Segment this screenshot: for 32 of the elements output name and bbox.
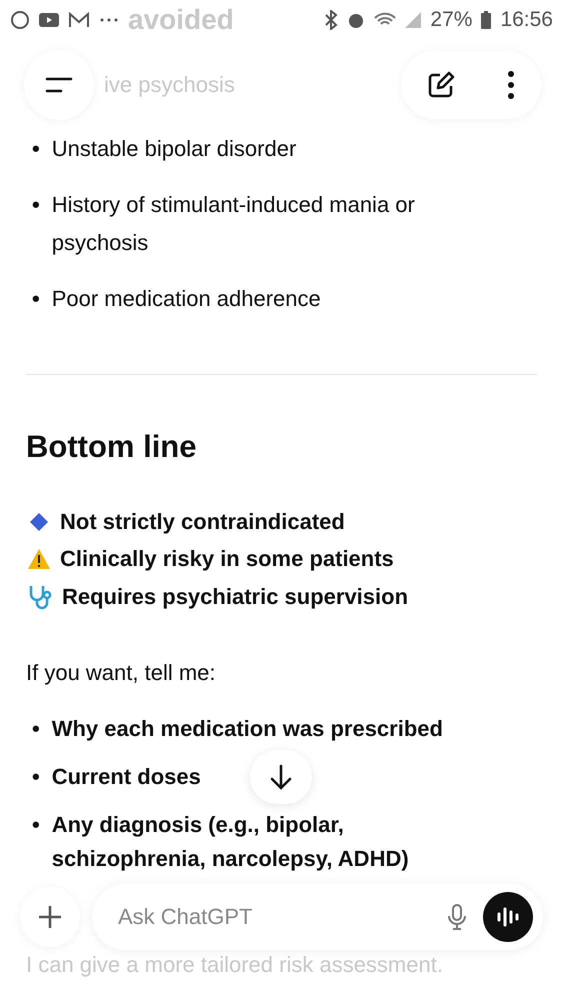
battery-icon xyxy=(480,10,492,30)
waveform-icon xyxy=(495,906,521,928)
bullet-marker: • xyxy=(32,810,40,838)
bullet-item: Any diagnosis (e.g., bipolar, schizophrenia, narcolepsy, ADHD) xyxy=(52,810,410,873)
summary-line: Not strictly contraindicated xyxy=(60,508,345,535)
voice-mode-button[interactable] xyxy=(483,892,533,942)
message-input[interactable]: Ask ChatGPT xyxy=(116,902,431,930)
microphone-icon xyxy=(445,902,469,930)
video-app-icon xyxy=(38,11,60,29)
section-heading: Bottom line xyxy=(26,429,198,465)
mail-app-icon xyxy=(68,11,90,29)
bluetooth-icon xyxy=(324,10,338,30)
bullet-marker: • xyxy=(32,762,40,790)
bullet-marker: • xyxy=(32,714,40,742)
summary-line: Requires psychiatric supervision xyxy=(62,584,408,610)
more-dots-icon xyxy=(98,17,120,23)
vertical-dots-icon xyxy=(506,70,516,100)
bullet-item: Unstable bipolar disorder xyxy=(52,135,296,163)
paragraph: If you want, tell me: xyxy=(26,660,217,686)
summary-line: Clinically risky in some patients xyxy=(60,546,394,572)
bullet-marker: • xyxy=(32,135,40,163)
bullet-item: Poor medication adherence xyxy=(52,285,321,313)
battery-percent: 27% xyxy=(430,8,472,32)
arrow-down-icon xyxy=(268,763,294,791)
bullet-item: Current doses xyxy=(52,762,201,790)
bullet-marker: • xyxy=(32,191,40,219)
signal-icon xyxy=(404,11,422,29)
bullet-marker: • xyxy=(32,285,40,313)
bullet-item: History of stimulant-induced mania or psychosis xyxy=(52,191,416,257)
clock-time: 16:56 xyxy=(500,8,553,32)
bullet-item: Why each medication was prescribed xyxy=(52,714,443,743)
menu-icon xyxy=(45,75,73,95)
